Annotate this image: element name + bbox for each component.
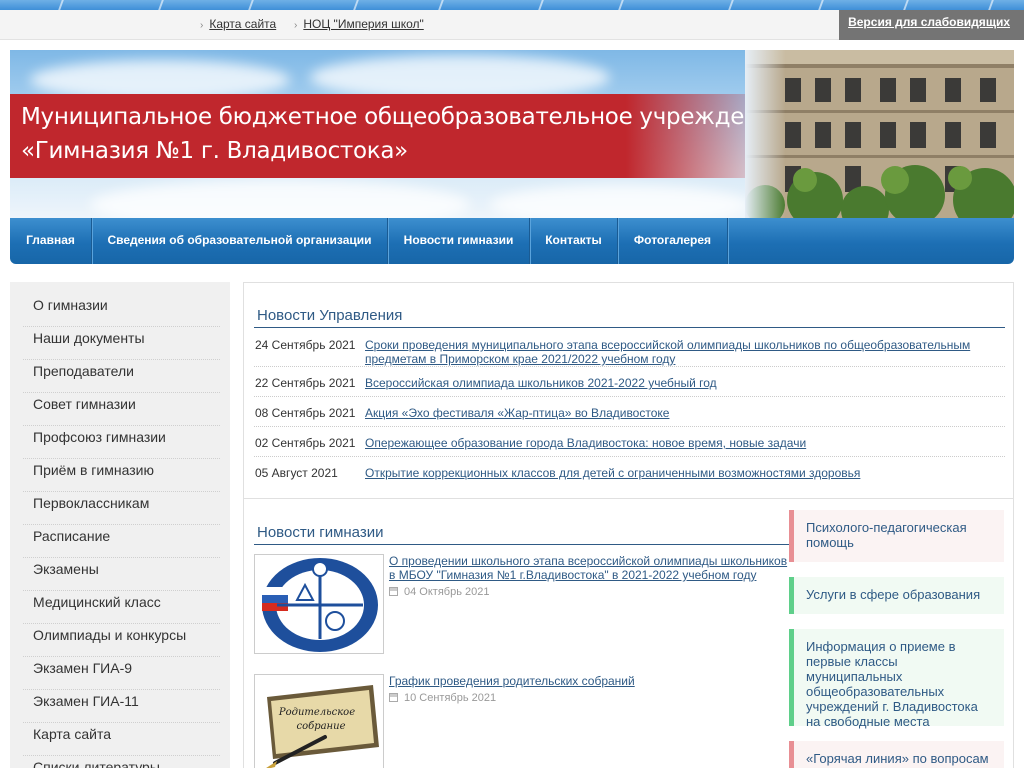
- sidebar-item-gia11[interactable]: Экзамен ГИА-11: [23, 690, 220, 723]
- school-building-image: [745, 50, 1014, 218]
- main-nav: Главная Сведения об образовательной орга…: [10, 218, 1014, 264]
- sidebar-item-about[interactable]: О гимназии: [23, 294, 220, 327]
- gym-news-date-text: 10 Сентябрь 2021: [404, 692, 497, 704]
- list-item: 22 Сентябрь 2021 Всероссийская олимпиада…: [254, 371, 1005, 397]
- chevron-right-icon: ›: [294, 20, 298, 31]
- image-caption-line1: Родительское: [278, 707, 355, 718]
- nav-contacts[interactable]: Контакты: [530, 218, 618, 264]
- banner-first-grade-admission[interactable]: Информация о приеме в первые классы муни…: [789, 629, 1004, 729]
- calendar-icon: [389, 693, 398, 702]
- admin-news-title: Новости Управления: [257, 307, 403, 324]
- sidebar-item-schedule[interactable]: Расписание: [23, 525, 220, 558]
- sidebar-item-exams[interactable]: Экзамены: [23, 558, 220, 591]
- news-link[interactable]: Открытие коррекционных классов для детей…: [365, 466, 995, 480]
- list-item: 24 Сентябрь 2021 Сроки проведения муници…: [254, 333, 1005, 367]
- image-caption-line2: собрание: [296, 721, 345, 732]
- site-title-line2: «Гимназия №1 г. Владивостока»: [21, 138, 408, 164]
- news-link[interactable]: Сроки проведения муниципального этапа вс…: [365, 338, 995, 366]
- sidebar-item-literature[interactable]: Списки литературы: [23, 756, 220, 768]
- sitemap-link-label: Карта сайта: [209, 17, 277, 31]
- gym-news-link[interactable]: График проведения родительских собраний: [389, 674, 789, 688]
- sidebar-item-union[interactable]: Профсоюз гимназии: [23, 426, 220, 459]
- gym-news-underline: [254, 544, 790, 545]
- sidebar-item-gia9[interactable]: Экзамен ГИА-9: [23, 657, 220, 690]
- sidebar: О гимназии Наши документы Преподаватели …: [10, 282, 230, 768]
- top-bar: › Карта сайта › НОЦ "Империя школ" Версия …: [0, 10, 1024, 40]
- parents-meeting-image[interactable]: Родительское собрание: [254, 674, 384, 768]
- sidebar-item-olympiads[interactable]: Олимпиады и конкурсы: [23, 624, 220, 657]
- olympiad-logo-image[interactable]: [254, 554, 384, 654]
- nav-org-info[interactable]: Сведения об образовательной организации: [92, 218, 388, 264]
- noc-link-label: НОЦ "Империя школ": [303, 17, 424, 31]
- gym-news-link[interactable]: О проведении школьного этапа всероссийск…: [389, 554, 789, 582]
- news-link[interactable]: Всероссийская олимпиада школьников 2021-…: [365, 376, 995, 390]
- site-title-line1: Муниципальное бюджетное общеобразователь…: [21, 104, 788, 130]
- banner-edu-services[interactable]: Услуги в сфере образования: [789, 577, 1004, 614]
- news-date: 22 Сентябрь 2021: [255, 376, 356, 390]
- news-date: 02 Сентябрь 2021: [255, 436, 356, 450]
- news-link[interactable]: Опережающее образование города Владивост…: [365, 436, 995, 450]
- nav-gym-news[interactable]: Новости гимназии: [388, 218, 530, 264]
- list-item: 08 Сентябрь 2021 Акция «Эхо фестиваля «Ж…: [254, 401, 1005, 427]
- gym-news-date-text: 04 Октябрь 2021: [404, 586, 490, 598]
- sitemap-link[interactable]: › Карта сайта: [200, 17, 276, 31]
- banner-psych-help[interactable]: Психолого-педагогическая помощь: [789, 510, 1004, 562]
- low-vision-button[interactable]: Версия для слабовидящих: [839, 10, 1024, 40]
- sidebar-item-medical[interactable]: Медицинский класс: [23, 591, 220, 624]
- noc-link[interactable]: › НОЦ "Империя школ": [294, 17, 424, 31]
- nav-home[interactable]: Главная: [10, 218, 92, 264]
- nav-gallery[interactable]: Фотогалерея: [618, 218, 728, 264]
- gym-news-title: Новости гимназии: [257, 524, 384, 541]
- sidebar-item-teachers[interactable]: Преподаватели: [23, 360, 220, 393]
- sidebar-item-documents[interactable]: Наши документы: [23, 327, 220, 360]
- calendar-icon: [389, 587, 398, 596]
- list-item: 05 Август 2021 Открытие коррекционных кл…: [254, 461, 1005, 487]
- top-stripe: [0, 0, 1024, 10]
- sidebar-item-admission[interactable]: Приём в гимназию: [23, 459, 220, 492]
- sidebar-item-sitemap[interactable]: Карта сайта: [23, 723, 220, 756]
- sidebar-item-council[interactable]: Совет гимназии: [23, 393, 220, 426]
- header-banner: Муниципальное бюджетное общеобразователь…: [10, 50, 1014, 218]
- chevron-right-icon: ›: [200, 20, 204, 31]
- gym-news-date: 04 Октябрь 2021: [389, 586, 489, 598]
- news-date: 08 Сентябрь 2021: [255, 406, 356, 420]
- news-date: 05 Август 2021: [255, 466, 338, 480]
- news-date: 24 Сентябрь 2021: [255, 338, 356, 352]
- gym-news-date: 10 Сентябрь 2021: [389, 692, 496, 704]
- section-divider: [244, 498, 1013, 499]
- admin-news-underline: [254, 327, 1005, 328]
- list-item: 02 Сентябрь 2021 Опережающее образование…: [254, 431, 1005, 457]
- banner-hotline[interactable]: «Горячая линия» по вопросам: [789, 741, 1004, 768]
- sidebar-item-first-graders[interactable]: Первоклассникам: [23, 492, 220, 525]
- news-link[interactable]: Акция «Эхо фестиваля «Жар-птица» во Влад…: [365, 406, 995, 420]
